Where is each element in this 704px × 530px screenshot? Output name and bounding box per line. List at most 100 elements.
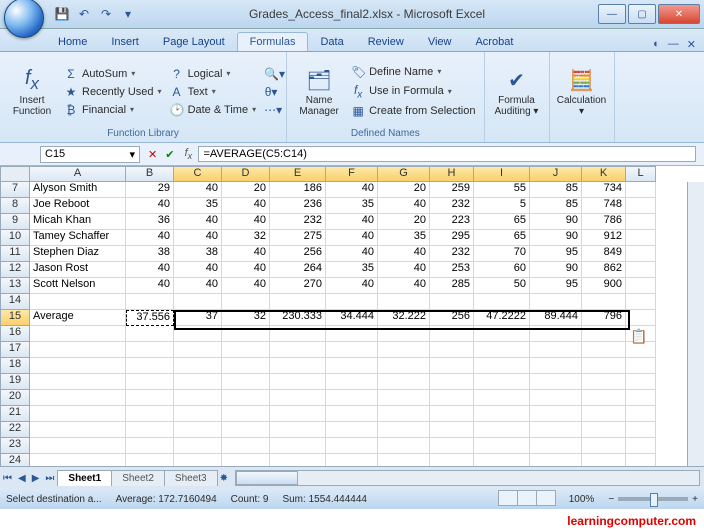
chevron-down-icon[interactable]: ▾: [129, 148, 135, 161]
cell-L20[interactable]: [626, 390, 656, 406]
financial-button[interactable]: ₿Financial: [62, 102, 164, 118]
cell-H22[interactable]: [430, 422, 474, 438]
col-header-C[interactable]: C: [174, 166, 222, 182]
sheet-tab-sheet2[interactable]: Sheet2: [111, 470, 165, 486]
window-close-icon[interactable]: ✕: [687, 38, 696, 51]
qat-save-icon[interactable]: 💾: [54, 6, 70, 22]
text-button[interactable]: AText: [168, 84, 259, 100]
cell-G17[interactable]: [378, 342, 430, 358]
qat-redo-icon[interactable]: ↷: [98, 6, 114, 22]
cell-B19[interactable]: [126, 374, 174, 390]
sheet-tab-sheet1[interactable]: Sheet1: [57, 470, 112, 486]
cell-F13[interactable]: 40: [326, 278, 378, 294]
cell-I9[interactable]: 65: [474, 214, 530, 230]
close-button[interactable]: ✕: [658, 4, 700, 24]
cell-C17[interactable]: [174, 342, 222, 358]
cell-F17[interactable]: [326, 342, 378, 358]
zoom-level[interactable]: 100%: [569, 494, 595, 505]
cell-C15[interactable]: 37: [174, 310, 222, 326]
recently-used-button[interactable]: ★Recently Used: [62, 84, 164, 100]
cell-A12[interactable]: Jason Rost: [30, 262, 126, 278]
col-header-K[interactable]: K: [582, 166, 626, 182]
cell-B18[interactable]: [126, 358, 174, 374]
cell-A9[interactable]: Micah Khan: [30, 214, 126, 230]
cell-J15[interactable]: 89.444: [530, 310, 582, 326]
cell-C23[interactable]: [174, 438, 222, 454]
cell-F16[interactable]: [326, 326, 378, 342]
cell-I24[interactable]: [474, 454, 530, 466]
cell-K15[interactable]: 796: [582, 310, 626, 326]
tab-review[interactable]: Review: [356, 33, 416, 51]
cell-F9[interactable]: 40: [326, 214, 378, 230]
cell-I20[interactable]: [474, 390, 530, 406]
cell-L7[interactable]: [626, 182, 656, 198]
calculation-button[interactable]: 🧮 Calculation▾: [556, 56, 608, 127]
vertical-scrollbar[interactable]: [687, 182, 704, 466]
cell-F8[interactable]: 35: [326, 198, 378, 214]
cell-J24[interactable]: [530, 454, 582, 466]
cell-G20[interactable]: [378, 390, 430, 406]
cell-H13[interactable]: 285: [430, 278, 474, 294]
sheet-nav-prev[interactable]: ◀: [15, 473, 29, 484]
cell-L21[interactable]: [626, 406, 656, 422]
cell-G11[interactable]: 40: [378, 246, 430, 262]
col-header-B[interactable]: B: [126, 166, 174, 182]
cell-K7[interactable]: 734: [582, 182, 626, 198]
cell-B14[interactable]: [126, 294, 174, 310]
cell-A18[interactable]: [30, 358, 126, 374]
cell-D7[interactable]: 20: [222, 182, 270, 198]
cell-E16[interactable]: [270, 326, 326, 342]
cell-F11[interactable]: 40: [326, 246, 378, 262]
horizontal-scrollbar[interactable]: [235, 470, 700, 486]
col-header-J[interactable]: J: [530, 166, 582, 182]
cell-H8[interactable]: 232: [430, 198, 474, 214]
cell-F10[interactable]: 40: [326, 230, 378, 246]
col-header-H[interactable]: H: [430, 166, 474, 182]
cell-I10[interactable]: 65: [474, 230, 530, 246]
cell-C9[interactable]: 40: [174, 214, 222, 230]
cell-B23[interactable]: [126, 438, 174, 454]
cell-F24[interactable]: [326, 454, 378, 466]
datetime-button[interactable]: 🕑Date & Time: [168, 102, 259, 118]
cell-D23[interactable]: [222, 438, 270, 454]
cell-E10[interactable]: 275: [270, 230, 326, 246]
row-header-7[interactable]: 7: [0, 182, 30, 198]
cell-L9[interactable]: [626, 214, 656, 230]
cancel-formula-icon[interactable]: ✕: [144, 148, 161, 161]
row-header-20[interactable]: 20: [0, 390, 30, 406]
cell-H9[interactable]: 223: [430, 214, 474, 230]
cell-F19[interactable]: [326, 374, 378, 390]
cell-A8[interactable]: Joe Reboot: [30, 198, 126, 214]
paste-options-icon[interactable]: 📋: [630, 328, 647, 345]
view-buttons[interactable]: [498, 490, 555, 509]
cell-E17[interactable]: [270, 342, 326, 358]
cell-I7[interactable]: 55: [474, 182, 530, 198]
tab-page-layout[interactable]: Page Layout: [151, 33, 237, 51]
cell-L19[interactable]: [626, 374, 656, 390]
cell-B16[interactable]: [126, 326, 174, 342]
cell-J23[interactable]: [530, 438, 582, 454]
cell-J20[interactable]: [530, 390, 582, 406]
cell-A13[interactable]: Scott Nelson: [30, 278, 126, 294]
sheet-nav-next[interactable]: ▶: [29, 473, 43, 484]
row-header-10[interactable]: 10: [0, 230, 30, 246]
cell-L14[interactable]: [626, 294, 656, 310]
cell-B8[interactable]: 40: [126, 198, 174, 214]
cell-K9[interactable]: 786: [582, 214, 626, 230]
cell-A23[interactable]: [30, 438, 126, 454]
cell-H18[interactable]: [430, 358, 474, 374]
define-name-button[interactable]: 🏷Define Name: [349, 64, 477, 80]
cell-G23[interactable]: [378, 438, 430, 454]
cell-H10[interactable]: 295: [430, 230, 474, 246]
cell-G18[interactable]: [378, 358, 430, 374]
cell-J13[interactable]: 95: [530, 278, 582, 294]
cell-C22[interactable]: [174, 422, 222, 438]
cell-C13[interactable]: 40: [174, 278, 222, 294]
cell-F20[interactable]: [326, 390, 378, 406]
minimize-ribbon-icon[interactable]: —: [668, 38, 679, 51]
cell-I8[interactable]: 5: [474, 198, 530, 214]
cell-C19[interactable]: [174, 374, 222, 390]
cell-K24[interactable]: [582, 454, 626, 466]
cell-B10[interactable]: 40: [126, 230, 174, 246]
cell-A20[interactable]: [30, 390, 126, 406]
